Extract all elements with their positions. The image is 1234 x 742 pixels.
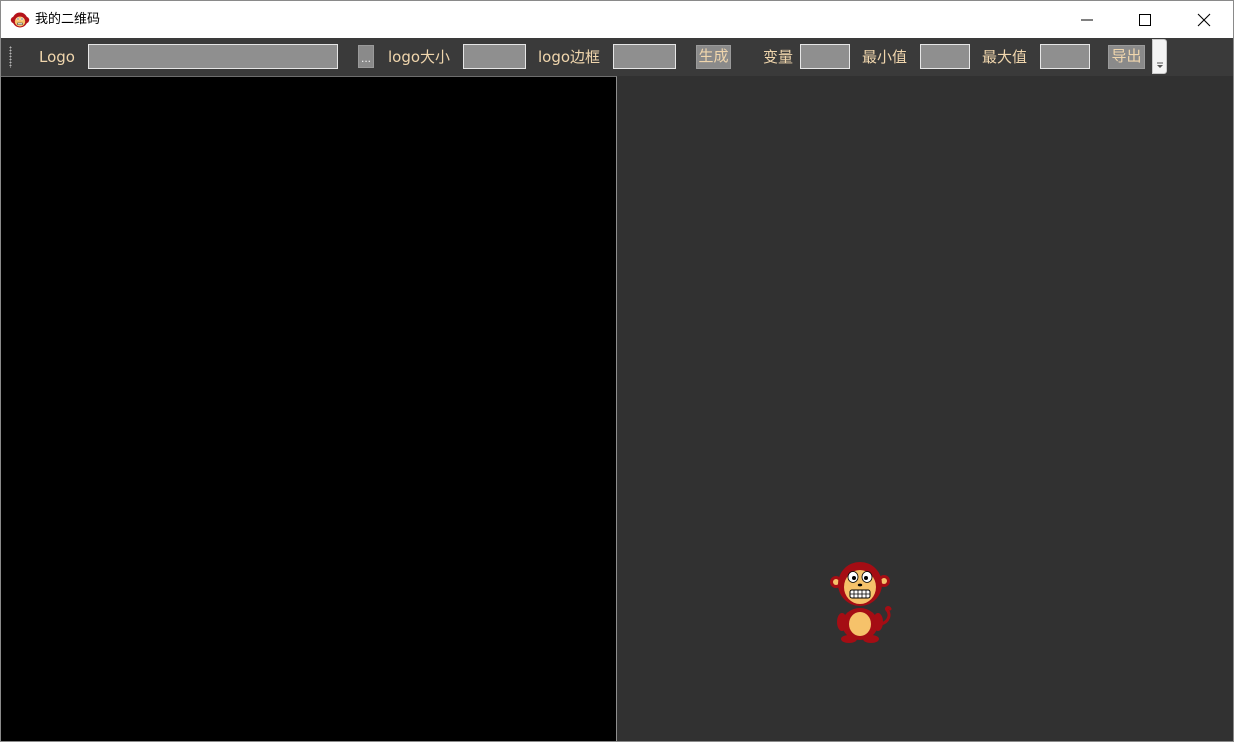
maximize-icon [1139,14,1151,26]
title-bar[interactable]: 我的二维码 [1,1,1233,38]
toolbar-grip-handle[interactable] [9,46,12,68]
max-value-input[interactable] [1040,44,1090,69]
toolbar-overflow-button[interactable] [1152,39,1167,74]
monkey-mascot [830,562,892,643]
variable-label: 变量 [763,48,794,66]
close-icon [1197,13,1211,27]
variable-input[interactable] [800,44,850,69]
toolbar: Logo ... logo大小 logo边框 生成 变量 最小值 最大值 导出 [1,38,1233,76]
generate-button[interactable]: 生成 [696,45,731,69]
logo-size-label: logo大小 [388,48,451,66]
logo-border-label: logo边框 [538,48,601,66]
monkey-icon [10,12,30,28]
min-value-label: 最小值 [862,48,908,66]
qr-canvas-pane [1,76,617,741]
logo-path-input[interactable] [88,44,338,69]
chevron-down-icon [1157,62,1163,68]
logo-border-input[interactable] [613,44,676,69]
export-button[interactable]: 导出 [1108,45,1145,69]
min-value-input[interactable] [920,44,970,69]
app-window: 我的二维码 Logo ... logo大小 logo边框 生成 变量 最小值 最… [0,0,1234,742]
maximize-button[interactable] [1116,1,1174,38]
minimize-icon [1081,19,1093,21]
window-title: 我的二维码 [35,12,101,27]
max-value-label: 最大值 [982,48,1028,66]
browse-logo-button[interactable]: ... [358,45,374,68]
minimize-button[interactable] [1058,1,1116,38]
close-button[interactable] [1175,1,1233,38]
preview-pane [617,76,1233,741]
logo-label: Logo [39,48,75,66]
logo-size-input[interactable] [463,44,526,69]
